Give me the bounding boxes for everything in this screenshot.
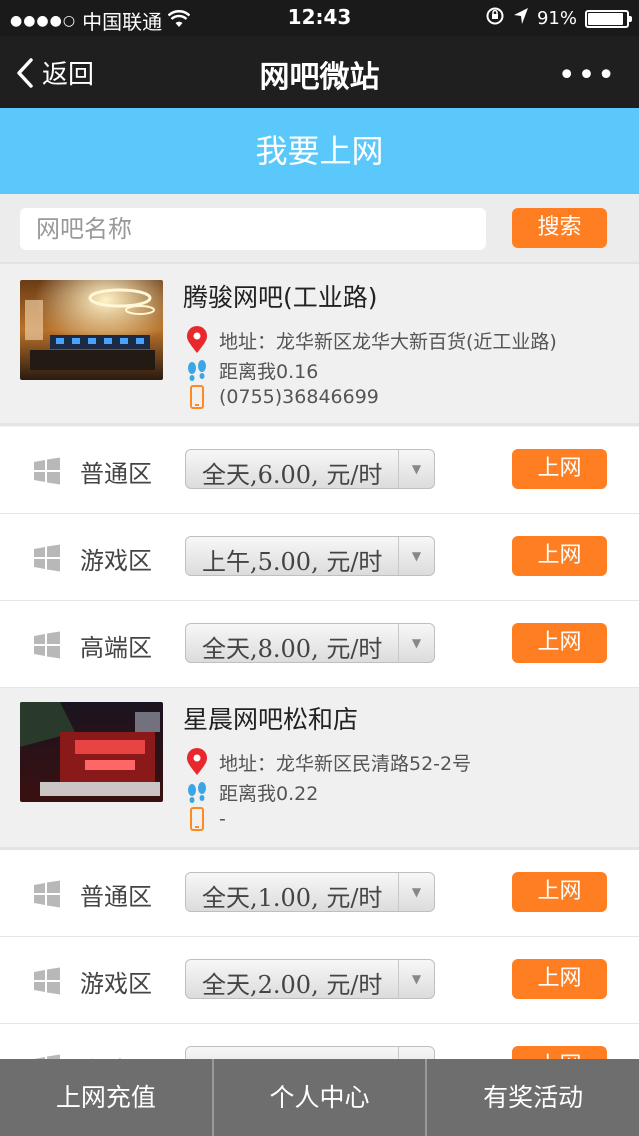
price-select-value: 上午,5.00, 元/时 [202, 548, 383, 576]
tab-rewards[interactable]: 有奖活动 [425, 1059, 639, 1136]
zone-name: 普通区 [80, 883, 152, 911]
zone-name: 普通区 [80, 460, 152, 488]
go-online-button[interactable]: 上网 [512, 623, 607, 663]
go-online-button[interactable]: 上网 [512, 536, 607, 576]
location-arrow-icon [513, 7, 529, 30]
price-select[interactable]: 全天,6.00, 元/时 ▼ [185, 449, 435, 489]
go-online-button[interactable]: 上网 [512, 872, 607, 912]
windows-logo-icon [34, 544, 60, 572]
phone-text: - [219, 808, 226, 830]
cafe-name: 星晨网吧松和店 [183, 705, 359, 734]
zone-name: 高端区 [80, 634, 152, 662]
zone-row: 游戏区 上午,5.00, 元/时 ▼ 上网 [0, 514, 639, 601]
cafe-distance: 距离我0.16 [183, 357, 318, 384]
zone-row: 高端区 全天,8.00, 元/时 ▼ 上网 [0, 601, 639, 688]
battery-percent: 91% [536, 8, 577, 29]
footprints-icon [183, 781, 211, 805]
zone-row: 游戏区 全天,2.00, 元/时 ▼ 上网 [0, 937, 639, 1024]
cafe-address: 地址：龙华新区民清路52-2号 [183, 748, 471, 776]
zone-name: 游戏区 [80, 547, 152, 575]
price-select-value: 全天,6.00, 元/时 [202, 461, 383, 489]
address-text: 地址：龙华新区龙华大新百货(近工业路) [219, 330, 557, 353]
windows-logo-icon [34, 880, 60, 908]
more-options-icon[interactable]: ••• [558, 58, 617, 93]
search-input[interactable] [20, 208, 486, 250]
page-title: 网吧微站 [259, 60, 380, 95]
go-online-button[interactable]: 上网 [512, 449, 607, 489]
price-select-value: 全天,1.00, 元/时 [202, 884, 383, 912]
address-text: 地址：龙华新区民清路52-2号 [219, 752, 472, 775]
chevron-down-icon: ▼ [398, 450, 434, 488]
price-select[interactable]: 上午,5.00, 元/时 ▼ [185, 536, 435, 576]
rotation-lock-icon [485, 6, 505, 31]
price-select-value: 全天,2.00, 元/时 [202, 971, 383, 999]
phone-text: (0755)36846699 [219, 386, 379, 408]
chevron-down-icon: ▼ [398, 873, 434, 911]
cafe-photo [20, 280, 163, 380]
zone-name: 游戏区 [80, 970, 152, 998]
search-button[interactable]: 搜索 [512, 208, 607, 248]
chevron-down-icon: ▼ [398, 624, 434, 662]
windows-logo-icon [34, 457, 60, 485]
price-select[interactable]: 全天,1.00, 元/时 ▼ [185, 872, 435, 912]
phone-icon [183, 807, 211, 831]
map-pin-icon [183, 326, 211, 354]
price-select[interactable]: 全天,8.00, 元/时 ▼ [185, 623, 435, 663]
cafe-phone: - [183, 807, 226, 831]
cafe-name: 腾骏网吧(工业路) [183, 283, 378, 312]
chevron-down-icon: ▼ [398, 537, 434, 575]
section-header: 我要上网 [0, 108, 639, 194]
cafe-address: 地址：龙华新区龙华大新百货(近工业路) [183, 326, 557, 354]
nav-bar: 返回 网吧微站 ••• [0, 36, 639, 108]
footprints-icon [183, 359, 211, 383]
distance-text: 距离我0.22 [219, 783, 319, 805]
battery-icon [585, 9, 632, 28]
search-bar: 搜索 [0, 194, 639, 264]
cafe-card[interactable]: 星晨网吧松和店 地址：龙华新区民清路52-2号 距离我0.22 - [0, 688, 639, 850]
zone-row: 普通区 全天,1.00, 元/时 ▼ 上网 [0, 850, 639, 937]
price-select-value: 全天,8.00, 元/时 [202, 635, 383, 663]
status-right: 91% [485, 6, 632, 31]
phone-icon [183, 385, 211, 409]
zone-row: 普通区 全天,6.00, 元/时 ▼ 上网 [0, 427, 639, 514]
cafe-distance: 距离我0.22 [183, 779, 318, 806]
windows-logo-icon [34, 631, 60, 659]
cafe-card[interactable]: 腾骏网吧(工业路) 地址：龙华新区龙华大新百货(近工业路) 距离我0.16 (0… [0, 264, 639, 426]
price-select[interactable]: 全天,2.00, 元/时 ▼ [185, 959, 435, 999]
map-pin-icon [183, 748, 211, 776]
status-bar: ●●●●○ 中国联通 12:43 91% [0, 0, 639, 36]
windows-logo-icon [34, 967, 60, 995]
chevron-down-icon: ▼ [398, 960, 434, 998]
cafe-photo [20, 702, 163, 802]
cafe-phone: (0755)36846699 [183, 385, 379, 409]
bottom-tab-bar: 上网充值 个人中心 有奖活动 [0, 1059, 639, 1136]
tab-personal-center[interactable]: 个人中心 [211, 1059, 426, 1136]
distance-text: 距离我0.16 [219, 361, 319, 383]
go-online-button[interactable]: 上网 [512, 959, 607, 999]
tab-recharge[interactable]: 上网充值 [0, 1059, 212, 1136]
